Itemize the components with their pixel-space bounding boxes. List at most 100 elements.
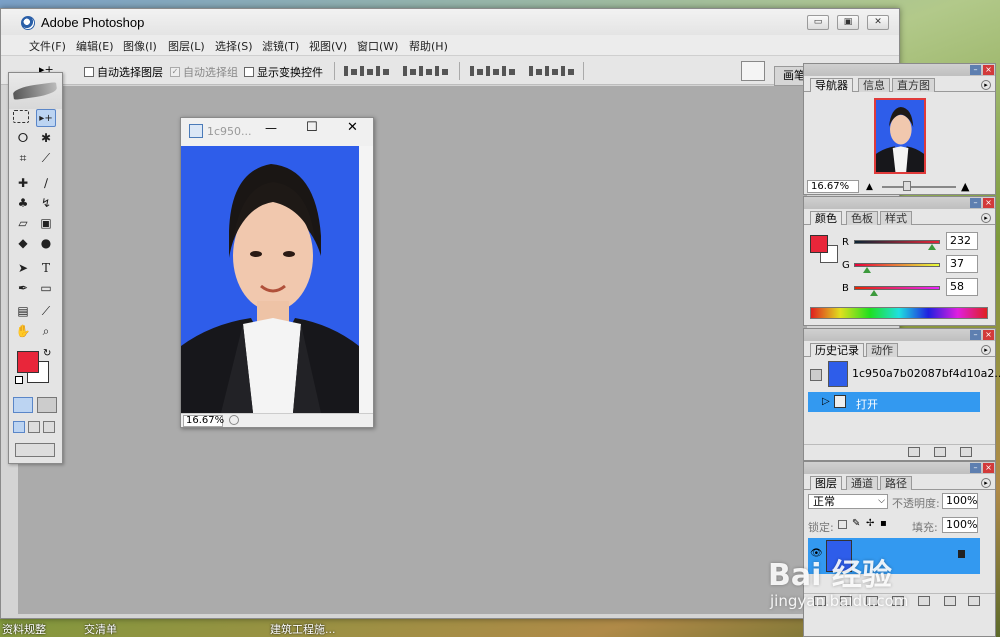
zoom-slider-thumb[interactable] <box>903 181 911 191</box>
marquee-tool-icon[interactable] <box>13 110 29 123</box>
palette-title-bar[interactable]: – × <box>804 64 995 76</box>
palette-minimize-button[interactable]: – <box>970 330 981 340</box>
snapshot-name[interactable]: 1c950a7b02087bf4d10a2... <box>852 367 1000 380</box>
align-right-icon[interactable] <box>434 65 450 77</box>
magic-wand-tool-icon[interactable]: ✱ <box>36 129 56 147</box>
navigator-thumbnail[interactable] <box>874 98 926 174</box>
palette-minimize-button[interactable]: – <box>970 65 981 75</box>
file-browser-icon[interactable] <box>741 61 765 81</box>
toolbox-header[interactable] <box>9 73 62 109</box>
palette-minimize-button[interactable]: – <box>970 463 981 473</box>
blue-value-field[interactable]: 58 <box>946 278 978 296</box>
distribute-vcenter-icon[interactable] <box>485 65 501 77</box>
tab-navigator[interactable]: 导航器 <box>810 78 853 92</box>
new-document-from-state-icon[interactable] <box>908 447 920 457</box>
checkbox-box[interactable] <box>84 67 94 77</box>
doc-close-button[interactable]: ✕ <box>347 120 358 135</box>
tab-swatches[interactable]: 色板 <box>846 211 878 225</box>
jump-to-imageready-icon[interactable] <box>15 443 55 457</box>
menu-window[interactable]: 窗口(W) <box>357 38 398 54</box>
checkbox-box[interactable] <box>244 67 254 77</box>
lock-transparency-icon[interactable] <box>838 520 847 529</box>
history-brush-tool-icon[interactable]: ↯ <box>36 194 56 212</box>
path-selection-tool-icon[interactable]: ➤ <box>13 259 33 277</box>
screen-mode-full-icon[interactable] <box>43 421 55 433</box>
foreground-color-swatch[interactable] <box>17 351 39 373</box>
zoom-in-icon[interactable]: ▲ <box>961 180 969 193</box>
healing-brush-tool-icon[interactable]: ✚ <box>13 174 33 192</box>
delete-layer-icon[interactable] <box>968 596 980 606</box>
document-vertical-scrollbar[interactable] <box>359 146 373 413</box>
align-vcenter-icon[interactable] <box>359 65 375 77</box>
gradient-tool-icon[interactable]: ▣ <box>36 214 56 232</box>
menu-filter[interactable]: 滤镜(T) <box>262 38 299 54</box>
navigator-zoom-field[interactable]: 16.67% <box>807 180 859 193</box>
status-menu-icon[interactable] <box>229 415 239 425</box>
palette-menu-icon[interactable]: ▸ <box>981 345 991 355</box>
rectangle-tool-icon[interactable]: ▭ <box>36 279 56 297</box>
color-ramp[interactable] <box>810 307 988 319</box>
menu-layer[interactable]: 图层(L) <box>168 38 205 54</box>
distribute-hcenter-icon[interactable] <box>544 65 560 77</box>
move-tool-icon[interactable]: ▸+ <box>36 109 56 127</box>
tab-info[interactable]: 信息 <box>858 78 890 92</box>
palette-title-bar[interactable]: – × <box>804 329 995 341</box>
tab-styles[interactable]: 样式 <box>880 211 912 225</box>
auto-select-layer-checkbox[interactable]: 自动选择图层 <box>84 64 163 80</box>
fill-field[interactable]: 100% <box>942 517 978 533</box>
tab-actions[interactable]: 动作 <box>866 343 898 357</box>
screen-mode-full-menu-icon[interactable] <box>28 421 40 433</box>
new-snapshot-icon[interactable] <box>934 447 946 457</box>
palette-title-bar[interactable]: – × <box>804 462 995 474</box>
red-value-field[interactable]: 232 <box>946 232 978 250</box>
show-transform-controls-checkbox[interactable]: 显示变换控件 <box>244 64 323 80</box>
menu-file[interactable]: 文件(F) <box>29 38 66 54</box>
palette-minimize-button[interactable]: – <box>970 198 981 208</box>
palette-menu-icon[interactable]: ▸ <box>981 213 991 223</box>
new-group-icon[interactable] <box>918 596 930 606</box>
eyedropper-tool-icon[interactable]: ⟋ <box>36 302 56 320</box>
minimize-button[interactable]: ▭ <box>807 15 829 30</box>
delete-state-icon[interactable] <box>960 447 972 457</box>
distribute-left-icon[interactable] <box>528 65 544 77</box>
eraser-tool-icon[interactable]: ▱ <box>13 214 33 232</box>
align-hcenter-icon[interactable] <box>418 65 434 77</box>
tab-paths[interactable]: 路径 <box>880 476 912 490</box>
clone-stamp-tool-icon[interactable]: ♣ <box>13 194 33 212</box>
document-zoom-field[interactable]: 16.67% <box>183 415 224 427</box>
desktop-label-2[interactable]: 交清单 <box>84 621 117 637</box>
maximize-button[interactable]: ▣ <box>837 15 859 30</box>
swap-colors-icon[interactable]: ↻ <box>43 348 51 359</box>
zoom-out-icon[interactable]: ▲ <box>866 182 873 192</box>
new-layer-icon[interactable] <box>944 596 956 606</box>
desktop-label-1[interactable]: 资料规整 <box>2 621 46 637</box>
desktop-label-3[interactable]: 建筑工程施... <box>270 621 336 637</box>
blur-tool-icon[interactable]: ◆ <box>13 234 33 252</box>
distribute-right-icon[interactable] <box>560 65 576 77</box>
dodge-tool-icon[interactable]: ● <box>36 234 56 252</box>
lasso-tool-icon[interactable]: ⵔ <box>13 129 33 147</box>
align-top-icon[interactable] <box>343 65 359 77</box>
pen-tool-icon[interactable]: ✒ <box>13 279 33 297</box>
blue-slider-thumb[interactable] <box>869 290 878 296</box>
tab-layers[interactable]: 图层 <box>810 476 842 490</box>
crop-tool-icon[interactable]: ⌗ <box>13 149 33 167</box>
palette-close-button[interactable]: × <box>983 65 994 75</box>
title-bar[interactable]: Adobe Photoshop ▭ ▣ ✕ <box>1 9 899 35</box>
palette-close-button[interactable]: × <box>983 330 994 340</box>
history-brush-source-icon[interactable] <box>810 369 822 381</box>
distribute-top-icon[interactable] <box>469 65 485 77</box>
menu-image[interactable]: 图像(I) <box>123 38 157 54</box>
palette-close-button[interactable]: × <box>983 463 994 473</box>
menu-help[interactable]: 帮助(H) <box>409 38 448 54</box>
palette-close-button[interactable]: × <box>983 198 994 208</box>
doc-maximize-button[interactable]: ☐ <box>306 120 318 135</box>
tab-histogram[interactable]: 直方图 <box>892 78 935 92</box>
auto-select-group-checkbox[interactable]: ✓ 自动选择组 <box>170 64 238 80</box>
hand-tool-icon[interactable]: ✋ <box>13 322 33 340</box>
green-value-field[interactable]: 37 <box>946 255 978 273</box>
blue-slider-track[interactable] <box>854 286 940 290</box>
doc-minimize-button[interactable]: — <box>265 121 277 135</box>
slice-tool-icon[interactable]: ⟋ <box>36 149 56 167</box>
brush-tool-icon[interactable]: ∕ <box>36 174 56 192</box>
